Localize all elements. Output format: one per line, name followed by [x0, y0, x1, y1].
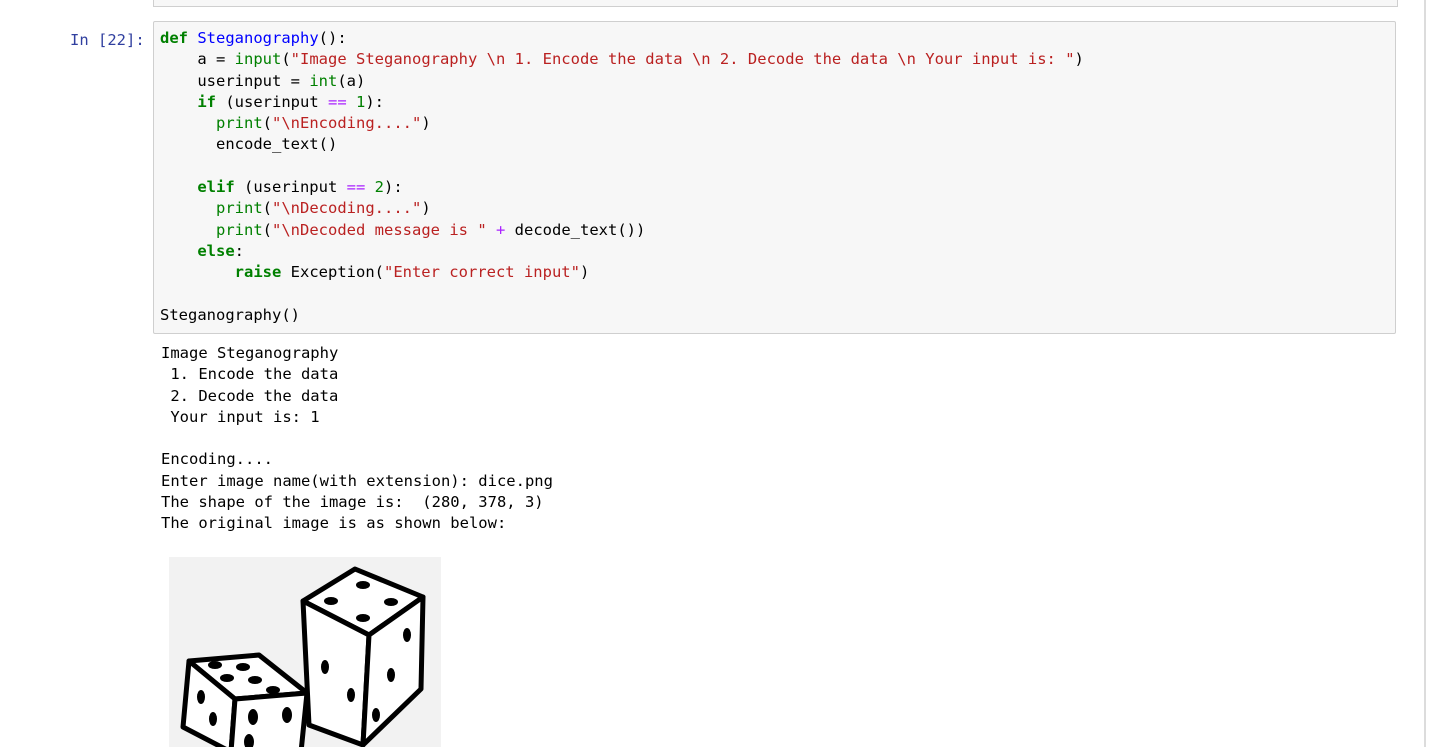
code-line: def Steganography():	[160, 29, 347, 47]
code-line: raise Exception("Enter correct input")	[234, 263, 590, 282]
output-line: Your input is: 1	[161, 407, 320, 426]
dice-icon	[169, 557, 441, 747]
code-line: Steganography()	[160, 305, 300, 324]
cell-output: Image Steganography 1. Encode the data 2…	[161, 343, 553, 535]
code-line: elif (userinput == 2):	[197, 178, 403, 197]
output-line: The original image is as shown below:	[161, 514, 507, 533]
output-line: Enter image name(with extension): dice.p…	[161, 471, 553, 490]
previous-cell-border	[153, 0, 1398, 7]
code-line: print("\nDecoding....")	[216, 199, 431, 218]
code-line: a = input("Image Steganography \n 1. Enc…	[160, 50, 1084, 69]
code-line: if (userinput == 1):	[197, 92, 385, 111]
code-editor[interactable]: def Steganography(): a = input("Image St…	[160, 28, 1084, 326]
output-line: 2. Decode the data	[161, 386, 339, 405]
code-line: userinput = int(a)	[160, 71, 366, 90]
output-line: The shape of the image is: (280, 378, 3)	[161, 493, 544, 512]
input-prompt: In [22]:	[70, 31, 145, 49]
code-line: print("\nDecoded message is " + decode_t…	[216, 220, 646, 239]
output-line: Encoding....	[161, 450, 273, 469]
code-line: encode_text()	[160, 135, 338, 154]
output-line: Image Steganography	[161, 344, 339, 362]
code-line: print("\nEncoding....")	[216, 114, 431, 133]
code-line: else:	[197, 241, 244, 260]
notebook-right-border	[1424, 0, 1426, 747]
dice-image	[169, 557, 441, 747]
output-line: 1. Encode the data	[161, 365, 339, 384]
